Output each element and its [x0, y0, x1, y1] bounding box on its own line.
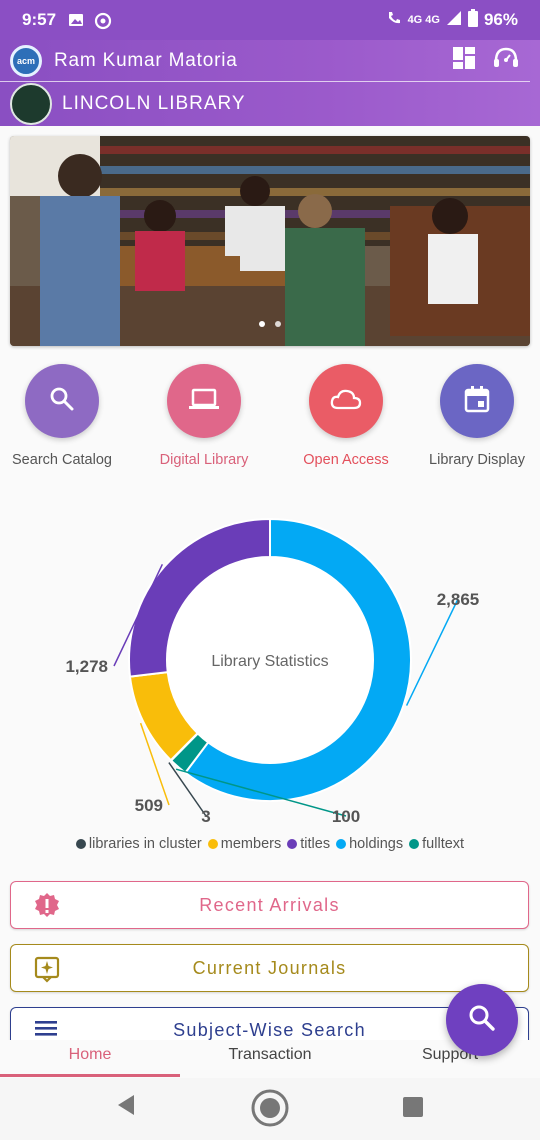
search-fab[interactable] [446, 984, 518, 1056]
recent-arrivals-label: Recent Arrivals [199, 894, 340, 915]
value-label: 509 [135, 796, 163, 815]
legend-swatch [207, 839, 218, 849]
search-icon [467, 1003, 497, 1038]
open-access-label: Open Access [303, 452, 389, 468]
home-circle-icon[interactable] [250, 1088, 290, 1133]
carousel-dots [10, 314, 530, 332]
digital-library-button[interactable] [167, 364, 241, 438]
current-journals-button[interactable]: Current Journals [10, 944, 529, 992]
tab-home[interactable]: Home [0, 1046, 180, 1064]
calendar-icon [464, 385, 490, 418]
laptop-icon [188, 385, 220, 418]
clock: 9:57 [22, 10, 57, 29]
library-display-label: Library Display [429, 452, 525, 468]
search-catalog-button[interactable] [25, 364, 99, 438]
recents-square-icon[interactable] [402, 1096, 424, 1123]
carousel-dot[interactable] [275, 321, 282, 327]
dashboard-grid-icon[interactable] [452, 46, 476, 75]
legend-label: fulltext [422, 836, 465, 852]
legend-swatch [287, 839, 298, 849]
tab-support[interactable]: Support [360, 1046, 540, 1064]
journal-star-icon [33, 955, 61, 983]
carousel-dot[interactable] [258, 321, 265, 327]
legend-swatch [75, 839, 86, 849]
recent-arrivals-button[interactable]: Recent Arrivals [10, 881, 529, 929]
back-icon[interactable] [114, 1092, 138, 1123]
legend-label: libraries in cluster [88, 836, 202, 852]
value-label: 2,865 [437, 590, 480, 609]
support-headset-icon[interactable] [492, 45, 520, 76]
call-icon [386, 10, 402, 31]
legend-item-members[interactable]: members [207, 836, 282, 852]
legend-item-fulltext[interactable]: fulltext [409, 836, 464, 852]
legend-item-titles[interactable]: titles [287, 836, 330, 852]
legend-swatch [409, 839, 420, 849]
search-icon [48, 385, 76, 418]
search-catalog-action[interactable]: Search Catalog [0, 364, 127, 468]
app-header: acm Ram Kumar Matoria LINCOLN LIBRARY [0, 40, 540, 126]
open-access-button[interactable] [309, 364, 383, 438]
legend-item-libraries[interactable]: libraries in cluster [75, 836, 202, 852]
tab-transaction[interactable]: Transaction [180, 1046, 360, 1064]
library-banner-carousel[interactable] [10, 136, 530, 346]
digital-library-action[interactable]: Digital Library [139, 364, 269, 468]
battery-icon [467, 8, 478, 32]
active-tab-indicator [0, 1074, 180, 1077]
library-name: LINCOLN LIBRARY [62, 93, 246, 114]
system-navigation-bar [0, 1078, 540, 1140]
status-bar: 9:57 4G 4G 96% [0, 0, 540, 40]
library-display-button[interactable] [440, 364, 514, 438]
legend-label: holdings [349, 836, 404, 852]
search-catalog-label: Search Catalog [12, 452, 112, 468]
image-icon [68, 12, 84, 28]
cloud-icon [329, 386, 363, 417]
chart-title: Library Statistics [211, 653, 328, 670]
legend-swatch [336, 839, 347, 849]
current-journals-label: Current Journals [192, 957, 347, 978]
acm-avatar[interactable]: acm [10, 44, 42, 77]
legend-item-holdings[interactable]: holdings [336, 836, 403, 852]
digital-library-label: Digital Library [159, 452, 249, 468]
library-display-action[interactable]: Library Display [412, 364, 540, 468]
library-logo [10, 83, 52, 125]
value-label: 3 [201, 807, 210, 826]
battery-percent: 96% [483, 10, 518, 29]
value-label: 100 [332, 807, 360, 826]
network-label: 4G 4G [407, 14, 440, 26]
legend-label: members [220, 836, 282, 852]
alert-badge-icon [33, 892, 61, 920]
legend-label: titles [300, 836, 331, 852]
open-access-action[interactable]: Open Access [281, 364, 411, 468]
user-name: Ram Kumar Matoria [54, 49, 238, 71]
value-label: 1,278 [65, 657, 108, 676]
sync-icon [94, 12, 112, 30]
chart-legend: libraries in cluster members titles hold… [0, 836, 540, 853]
signal-icon [446, 10, 462, 31]
library-statistics-chart: Library Statistics 2,865 1,278 509 3 100 [65, 517, 480, 826]
callout-line [405, 598, 459, 706]
quick-actions: Search Catalog Digital Library Open Acce… [0, 364, 540, 474]
